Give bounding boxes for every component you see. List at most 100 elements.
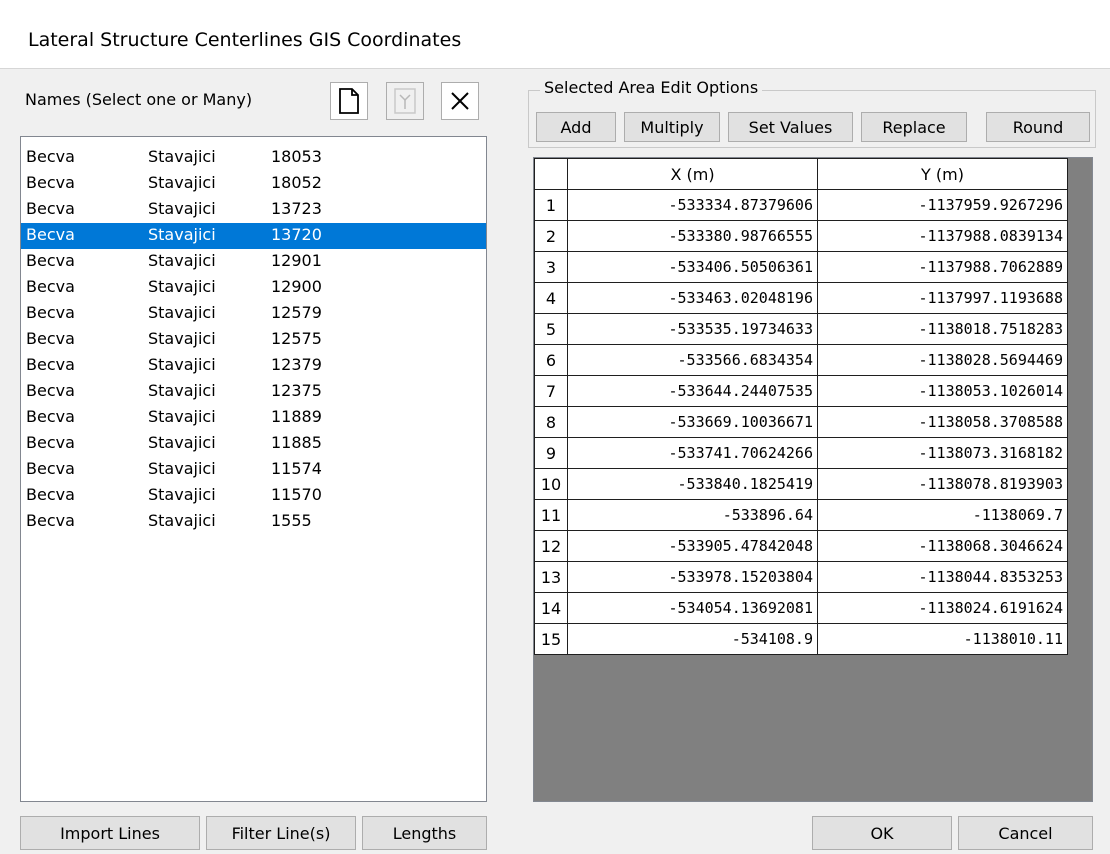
cancel-button[interactable]: Cancel xyxy=(958,816,1093,850)
table-row: 3 -533406.50506361 -1137988.7062889 xyxy=(534,251,1068,283)
list-item-col1: Becva xyxy=(26,147,75,166)
x-cell[interactable]: -533741.70624266 xyxy=(567,437,818,469)
x-cell[interactable]: -533463.02048196 xyxy=(567,282,818,314)
filter-lines-button[interactable]: Filter Line(s) xyxy=(206,816,356,850)
y-cell[interactable]: -1138078.8193903 xyxy=(817,468,1068,500)
round-button[interactable]: Round xyxy=(986,112,1090,142)
row-header[interactable]: 1 xyxy=(534,189,568,221)
list-item-col2: Stavajici xyxy=(148,303,216,322)
coordinates-grid[interactable]: X (m) Y (m) 1 -533334.87379606 -1137959.92… xyxy=(533,157,1093,802)
x-cell[interactable]: -533644.24407535 xyxy=(567,375,818,407)
row-header[interactable]: 14 xyxy=(534,592,568,624)
y-cell[interactable]: -1138024.6191624 xyxy=(817,592,1068,624)
list-item[interactable]: Becva Stavajici 13720 xyxy=(21,223,486,249)
list-item-col3: 12575 xyxy=(271,329,322,348)
row-header[interactable]: 10 xyxy=(534,468,568,500)
list-item[interactable]: Becva Stavajici 12575 xyxy=(21,327,486,353)
list-item[interactable]: Becva Stavajici 11570 xyxy=(21,483,486,509)
row-header[interactable]: 9 xyxy=(534,437,568,469)
import-lines-button[interactable]: Import Lines xyxy=(20,816,200,850)
list-item-col1: Becva xyxy=(26,303,75,322)
x-cell[interactable]: -533978.15203804 xyxy=(567,561,818,593)
x-cell[interactable]: -533669.10036671 xyxy=(567,406,818,438)
y-cell[interactable]: -1138073.3168182 xyxy=(817,437,1068,469)
x-cell[interactable]: -533566.6834354 xyxy=(567,344,818,376)
list-item[interactable]: Becva Stavajici 11574 xyxy=(21,457,486,483)
y-cell[interactable]: -1138018.7518283 xyxy=(817,313,1068,345)
list-item-col1: Becva xyxy=(26,485,75,504)
row-header[interactable]: 7 xyxy=(534,375,568,407)
x-cell[interactable]: -533406.50506361 xyxy=(567,251,818,283)
list-item[interactable]: Becva Stavajici 18052 xyxy=(21,171,486,197)
x-cell[interactable]: -533840.1825419 xyxy=(567,468,818,500)
y-cell[interactable]: -1138058.3708588 xyxy=(817,406,1068,438)
list-item-col2: Stavajici xyxy=(148,381,216,400)
y-cell[interactable]: -1138028.5694469 xyxy=(817,344,1068,376)
y-cell[interactable]: -1137988.7062889 xyxy=(817,251,1068,283)
x-cell[interactable]: -533334.87379606 xyxy=(567,189,818,221)
multiply-button[interactable]: Multiply xyxy=(624,112,720,142)
x-cell[interactable]: -533896.64 xyxy=(567,499,818,531)
y-cell[interactable]: -1138010.11 xyxy=(817,623,1068,655)
ok-button[interactable]: OK xyxy=(812,816,952,850)
x-cell[interactable]: -534054.13692081 xyxy=(567,592,818,624)
row-header[interactable]: 15 xyxy=(534,623,568,655)
add-button[interactable]: Add xyxy=(536,112,616,142)
list-item[interactable]: Becva Stavajici 12900 xyxy=(21,275,486,301)
y-cell[interactable]: -1138069.7 xyxy=(817,499,1068,531)
list-item-col1: Becva xyxy=(26,199,75,218)
list-item[interactable]: Becva Stavajici 13723 xyxy=(21,197,486,223)
list-item-col2: Stavajici xyxy=(148,433,216,452)
new-line-button[interactable] xyxy=(330,82,368,120)
list-item[interactable]: Becva Stavajici 12379 xyxy=(21,353,486,379)
row-header[interactable]: 4 xyxy=(534,282,568,314)
list-item-col2: Stavajici xyxy=(148,459,216,478)
list-item[interactable]: Becva Stavajici 12579 xyxy=(21,301,486,327)
x-cell[interactable]: -533380.98766555 xyxy=(567,220,818,252)
row-header[interactable]: 12 xyxy=(534,530,568,562)
y-cell[interactable]: -1137959.9267296 xyxy=(817,189,1068,221)
table-row: 10 -533840.1825419 -1138078.8193903 xyxy=(534,468,1068,500)
row-header[interactable]: 3 xyxy=(534,251,568,283)
x-cell[interactable]: -533905.47842048 xyxy=(567,530,818,562)
row-header[interactable]: 6 xyxy=(534,344,568,376)
row-header[interactable]: 13 xyxy=(534,561,568,593)
list-item-col1: Becva xyxy=(26,381,75,400)
replace-button[interactable]: Replace xyxy=(861,112,967,142)
list-item-col2: Stavajici xyxy=(148,147,216,166)
delete-line-button[interactable] xyxy=(441,82,479,120)
list-item-col3: 18053 xyxy=(271,147,322,166)
window-title: Lateral Structure Centerlines GIS Coordi… xyxy=(28,29,462,51)
y-cell[interactable]: -1138053.1026014 xyxy=(817,375,1068,407)
names-label: Names (Select one or Many) xyxy=(25,90,253,109)
list-item[interactable]: Becva Stavajici 11885 xyxy=(21,431,486,457)
names-list[interactable]: Becva Stavajici 18053 Becva Stavajici 18052 Be… xyxy=(20,136,487,802)
y-cell[interactable]: -1137988.0839134 xyxy=(817,220,1068,252)
list-item[interactable]: Becva Stavajici 11889 xyxy=(21,405,486,431)
import-button[interactable] xyxy=(386,82,424,120)
y-cell[interactable]: -1138044.8353253 xyxy=(817,561,1068,593)
list-item[interactable]: Becva Stavajici 1555 xyxy=(21,509,486,535)
row-header[interactable]: 8 xyxy=(534,406,568,438)
row-header[interactable]: 5 xyxy=(534,313,568,345)
list-item[interactable]: Becva Stavajici 18053 xyxy=(21,145,486,171)
set-values-button[interactable]: Set Values xyxy=(728,112,853,142)
list-item-col2: Stavajici xyxy=(148,407,216,426)
x-cell[interactable]: -534108.9 xyxy=(567,623,818,655)
list-item-col2: Stavajici xyxy=(148,329,216,348)
x-cell[interactable]: -533535.19734633 xyxy=(567,313,818,345)
table-row: 4 -533463.02048196 -1137997.1193688 xyxy=(534,282,1068,314)
y-cell[interactable]: -1137997.1193688 xyxy=(817,282,1068,314)
row-header[interactable]: 2 xyxy=(534,220,568,252)
list-item-col3: 1555 xyxy=(271,511,312,530)
y-column-header[interactable]: Y (m) xyxy=(817,158,1068,190)
list-item[interactable]: Becva Stavajici 12375 xyxy=(21,379,486,405)
x-column-header[interactable]: X (m) xyxy=(567,158,818,190)
lengths-button[interactable]: Lengths xyxy=(362,816,487,850)
table-row: 8 -533669.10036671 -1138058.3708588 xyxy=(534,406,1068,438)
y-cell[interactable]: -1138068.3046624 xyxy=(817,530,1068,562)
row-header[interactable]: 11 xyxy=(534,499,568,531)
list-item-col2: Stavajici xyxy=(148,173,216,192)
grid-corner[interactable] xyxy=(534,158,568,190)
list-item[interactable]: Becva Stavajici 12901 xyxy=(21,249,486,275)
